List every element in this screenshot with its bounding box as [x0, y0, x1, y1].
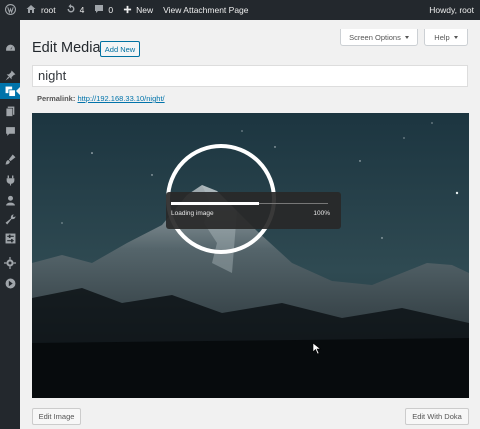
gear-icon[interactable] — [3, 256, 17, 270]
tools-wrench-icon[interactable] — [3, 212, 17, 226]
help-label: Help — [434, 32, 450, 42]
chevron-down-icon — [404, 35, 409, 39]
permalink-row: Permalink: http://192.168.33.10/night/ — [37, 94, 165, 103]
view-attachment-link[interactable]: View Attachment Page — [158, 0, 253, 20]
plugins-icon[interactable] — [3, 173, 17, 187]
comments-icon — [94, 4, 104, 16]
comments-count: 0 — [108, 5, 114, 15]
updates-count: 4 — [79, 5, 85, 15]
page-title: Edit Media — [32, 40, 101, 56]
edit-image-button[interactable]: Edit Image — [32, 408, 81, 425]
loading-text: Loading image — [171, 210, 214, 217]
admin-side-menu — [0, 20, 20, 429]
media-icon[interactable] — [3, 84, 17, 98]
comments-menu[interactable]: 0 — [89, 0, 118, 20]
howdy-text: Howdy, root — [429, 5, 474, 15]
updates-icon — [66, 4, 76, 16]
edit-with-doka-button[interactable]: Edit With Doka — [405, 408, 469, 425]
permalink-label: Permalink: — [37, 94, 76, 103]
settings-sliders-icon[interactable] — [3, 231, 17, 245]
pages-icon[interactable] — [3, 104, 17, 118]
screen-options-button[interactable]: Screen Options — [340, 29, 418, 46]
image-preview[interactable]: Loading image 100% — [32, 113, 469, 398]
loading-percent: 100% — [313, 210, 330, 217]
site-name: root — [41, 5, 56, 15]
appearance-brush-icon[interactable] — [3, 152, 17, 166]
progress-bar — [171, 202, 259, 205]
admin-bar: root 4 0 New View Attachment Page Howdy,… — [0, 0, 480, 20]
loading-status-panel: Loading image 100% — [166, 192, 341, 229]
updates-menu[interactable]: 4 — [61, 0, 90, 20]
main-content: Edit Media Add New Screen Options Help n… — [20, 20, 480, 429]
screen-options-label: Screen Options — [349, 32, 401, 42]
wp-logo-menu[interactable] — [0, 0, 21, 20]
users-icon[interactable] — [3, 193, 17, 207]
posts-pin-icon[interactable] — [3, 68, 17, 82]
plus-icon — [123, 5, 132, 16]
site-name-menu[interactable]: root — [21, 0, 61, 20]
my-account-menu[interactable]: Howdy, root — [424, 0, 480, 20]
chevron-down-icon — [453, 35, 458, 39]
add-new-button[interactable]: Add New — [100, 41, 140, 57]
wordpress-logo-icon — [5, 3, 16, 17]
new-content-menu[interactable]: New — [118, 0, 158, 20]
help-button[interactable]: Help — [424, 29, 468, 46]
permalink-link[interactable]: http://192.168.33.10/night/ — [77, 94, 164, 103]
view-attachment-label: View Attachment Page — [163, 5, 249, 15]
title-input[interactable]: night — [32, 65, 468, 87]
comments-menu-icon[interactable] — [3, 124, 17, 138]
new-label: New — [136, 5, 154, 15]
home-icon — [26, 4, 36, 16]
collapse-menu-icon[interactable] — [3, 276, 17, 290]
dashboard-icon[interactable] — [3, 41, 17, 55]
